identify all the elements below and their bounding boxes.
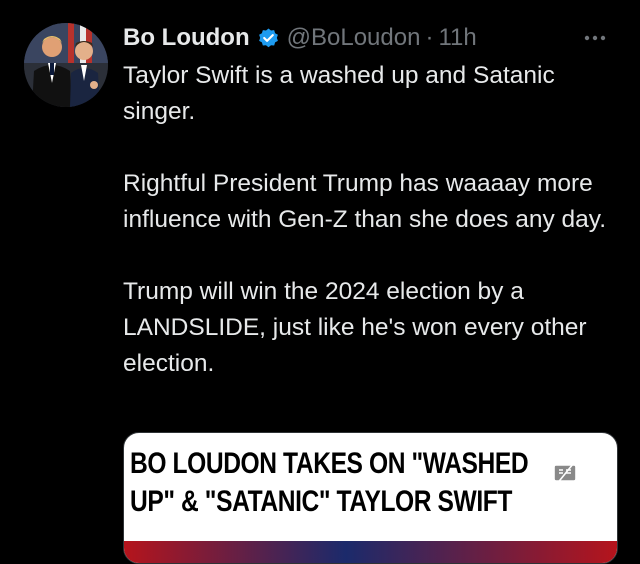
display-name[interactable]: Bo Loudon: [123, 24, 250, 52]
media-card[interactable]: BO LOUDON TAKES ON "WASHED UP" & "SATANI…: [123, 432, 618, 564]
tweet-paragraph: Rightful President Trump has waaaay more…: [123, 170, 607, 233]
media-headline-line: BO LOUDON TAKES ON "WASHED: [130, 447, 529, 480]
avatar[interactable]: [24, 23, 108, 107]
media-image-strip: [124, 541, 617, 563]
user-handle[interactable]: @BoLoudon: [287, 24, 421, 52]
verified-badge-icon: [257, 27, 280, 50]
media-headline: BO LOUDON TAKES ON "WASHED UP" & "SATANI…: [130, 445, 617, 521]
tweet-paragraph: Trump will win the 2024 election by a LA…: [123, 278, 587, 377]
tweet-paragraph: Taylor Swift is a washed up and Satanic …: [123, 62, 555, 125]
timestamp[interactable]: 11h: [438, 24, 476, 52]
caption-icon[interactable]: [551, 462, 579, 488]
tweet-text: Taylor Swift is a washed up and Satanic …: [123, 58, 628, 382]
tweet-header: Bo Loudon @BoLoudon · 11h: [123, 20, 477, 56]
separator-dot: ·: [425, 24, 434, 51]
media-headline-line: UP" & "SATANIC" TAYLOR SWIFT: [130, 485, 513, 518]
more-horizontal-icon[interactable]: [575, 23, 615, 53]
